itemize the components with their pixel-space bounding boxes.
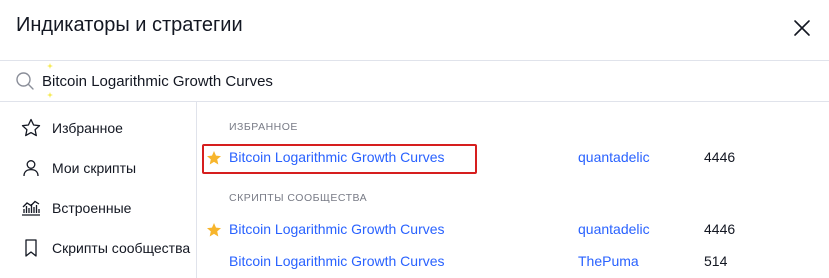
sidebar-item-favorites[interactable]: Избранное: [0, 108, 196, 148]
sidebar-item-label: Скрипты сообщества: [52, 240, 191, 256]
script-row[interactable]: Bitcoin Logarithmic Growth Curves quanta…: [197, 216, 829, 244]
sidebar: Избранное Мои скрипты Встроенные Скрипты…: [0, 102, 197, 278]
star-filled-icon[interactable]: [206, 222, 222, 238]
script-author[interactable]: quantadelic: [578, 149, 650, 165]
sidebar-item-label: Мои скрипты: [52, 160, 137, 176]
star-outline-icon: [21, 118, 41, 137]
section-header-community: СКРИПТЫ СООБЩЕСТВА: [229, 192, 368, 204]
section-header-favorites: ИЗБРАННОЕ: [229, 121, 298, 133]
script-likes: 4446: [704, 149, 736, 165]
user-icon: [23, 160, 39, 177]
script-likes: 514: [704, 253, 728, 269]
script-author[interactable]: quantadelic: [578, 221, 650, 237]
sidebar-item-community[interactable]: Скрипты сообщества: [0, 228, 196, 268]
script-name[interactable]: Bitcoin Logarithmic Growth Curves: [229, 253, 445, 269]
sidebar-item-my-scripts[interactable]: Мои скрипты: [0, 148, 196, 188]
script-name[interactable]: Bitcoin Logarithmic Growth Curves: [229, 221, 445, 237]
sparkle-icon: [47, 92, 53, 98]
script-row[interactable]: Bitcoin Logarithmic Growth Curves quanta…: [197, 144, 829, 172]
bookmark-icon: [25, 239, 37, 257]
sparkle-icon: [47, 63, 53, 69]
script-likes: 4446: [704, 221, 736, 237]
script-author[interactable]: ThePuma: [578, 253, 639, 269]
star-filled-icon[interactable]: [206, 150, 222, 166]
search-bar: [0, 60, 829, 102]
results-panel: ИЗБРАННОЕ Bitcoin Logarithmic Growth Cur…: [197, 102, 829, 278]
sidebar-item-built-in[interactable]: Встроенные: [0, 188, 196, 228]
script-row[interactable]: Bitcoin Logarithmic Growth Curves ThePum…: [197, 248, 829, 276]
script-name[interactable]: Bitcoin Logarithmic Growth Curves: [229, 149, 445, 165]
close-icon[interactable]: [790, 16, 814, 40]
dialog-title: Индикаторы и стратегии: [16, 14, 243, 36]
dialog-header: Индикаторы и стратегии: [0, 0, 829, 58]
chart-icon: [22, 200, 40, 216]
sidebar-item-label: Избранное: [52, 120, 123, 136]
search-icon: [16, 72, 34, 90]
sidebar-item-label: Встроенные: [52, 200, 132, 216]
search-input[interactable]: [42, 69, 742, 93]
